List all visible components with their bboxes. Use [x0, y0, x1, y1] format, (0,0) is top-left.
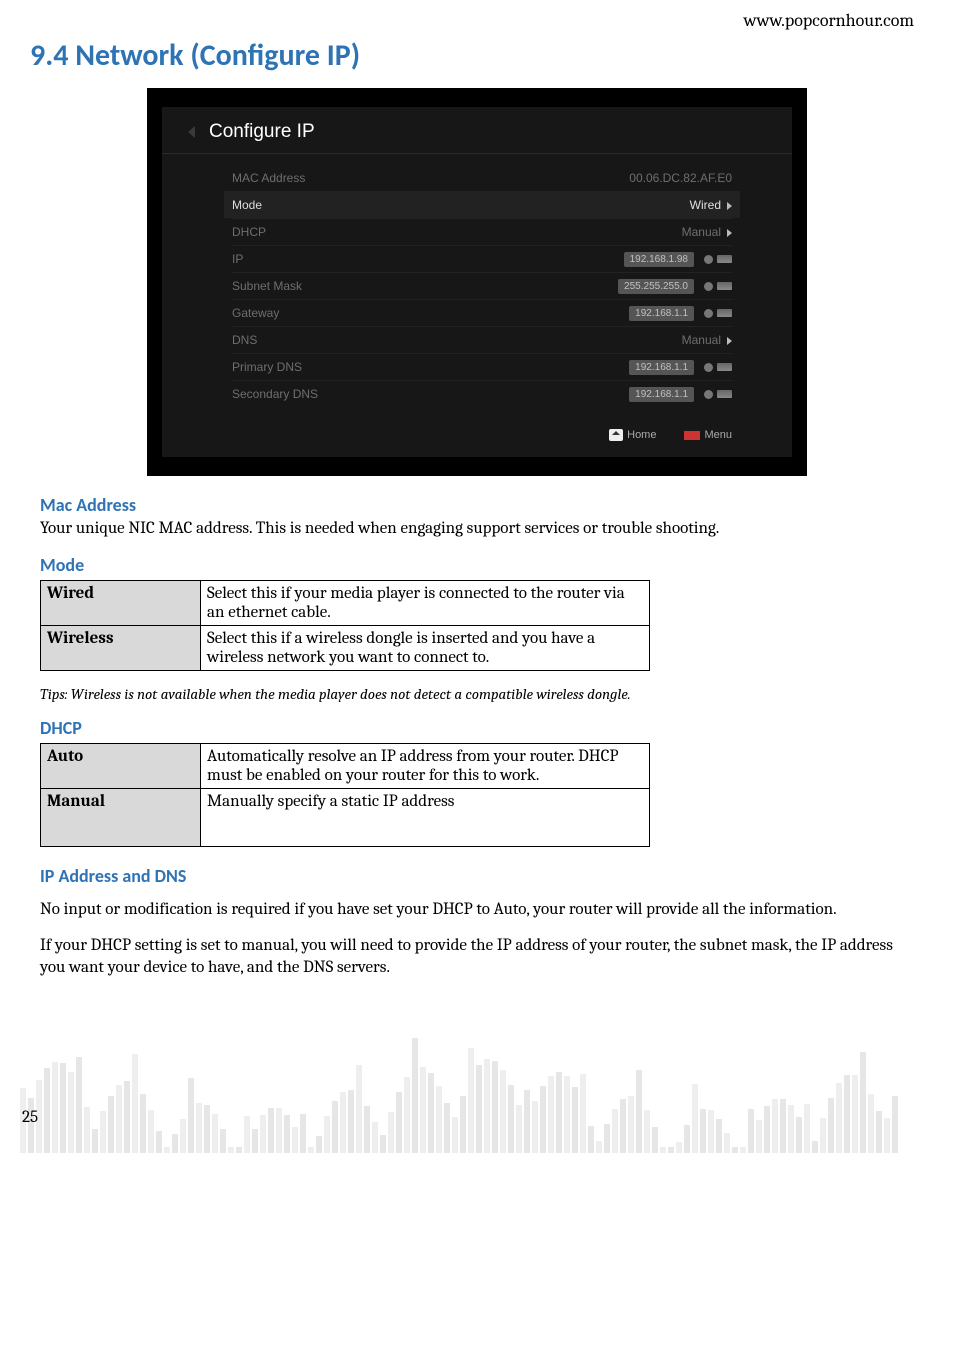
dhcp-label: DHCP: [232, 225, 682, 239]
sdns-label: Secondary DNS: [232, 387, 629, 401]
mode-value: Wired: [690, 198, 732, 212]
mode-wired-key: Wired: [41, 581, 201, 626]
ipdns-heading: IP Address and DNS: [0, 857, 954, 889]
section-title: 9.4 Network (Configure IP): [0, 31, 954, 78]
chevron-right-icon: [727, 202, 732, 210]
mac-text: Your unique NIC MAC address. This is nee…: [0, 518, 954, 554]
dhcp-value: Manual: [682, 225, 732, 239]
pdns-label: Primary DNS: [232, 360, 629, 374]
home-icon: [609, 429, 623, 441]
page-header-url: www.popcornhour.com: [0, 0, 954, 31]
keyboard-icon: [717, 255, 732, 263]
mode-wireless-key: Wireless: [41, 626, 201, 671]
tips-text: Tips: Wireless is not available when the…: [0, 681, 954, 717]
chevron-right-icon: [727, 229, 732, 237]
keyboard-icon: [717, 390, 732, 398]
keyboard-icon: [717, 309, 732, 317]
mac-label: MAC Address: [232, 171, 629, 185]
gateway-value: 192.168.1.1: [629, 306, 694, 321]
sdns-value: 192.168.1.1: [629, 387, 694, 402]
keyboard-icon: [717, 282, 732, 290]
clear-icon: [704, 309, 713, 318]
dhcp-manual-key: Manual: [41, 789, 201, 847]
subnet-label: Subnet Mask: [232, 279, 618, 293]
ipdns-p2: If your DHCP setting is set to manual, y…: [0, 935, 954, 993]
clear-icon: [704, 282, 713, 291]
mac-value: 00.06.DC.82.AF.E0: [629, 171, 732, 185]
mode-table: Wired Select this if your media player i…: [40, 580, 650, 671]
dns-value: Manual: [682, 333, 732, 347]
mac-heading: Mac Address: [0, 494, 954, 518]
footer-decoration: [0, 1023, 954, 1153]
menu-icon: [684, 431, 700, 440]
home-hint: Home: [609, 429, 656, 441]
dhcp-manual-val: Manually specify a static IP address: [201, 789, 650, 847]
dns-label: DNS: [232, 333, 682, 347]
clear-icon: [704, 255, 713, 264]
clear-icon: [704, 390, 713, 399]
chevron-right-icon: [727, 337, 732, 345]
ip-value: 192.168.1.98: [624, 252, 694, 267]
menu-hint: Menu: [684, 429, 732, 441]
dhcp-table: Auto Automatically resolve an IP address…: [40, 743, 650, 847]
ipdns-p1: No input or modification is required if …: [0, 889, 954, 935]
ip-label: IP: [232, 252, 624, 266]
keyboard-icon: [717, 363, 732, 371]
mode-wired-val: Select this if your media player is conn…: [201, 581, 650, 626]
clear-icon: [704, 363, 713, 372]
mode-wireless-val: Select this if a wireless dongle is inse…: [201, 626, 650, 671]
page-number: 25: [22, 1108, 38, 1127]
mode-heading: Mode: [0, 554, 954, 578]
screenshot-title: Configure IP: [209, 121, 315, 143]
subnet-value: 255.255.255.0: [618, 279, 694, 294]
dhcp-heading: DHCP: [0, 717, 954, 741]
back-icon: [188, 126, 195, 138]
pdns-value: 192.168.1.1: [629, 360, 694, 375]
dhcp-auto-val: Automatically resolve an IP address from…: [201, 744, 650, 789]
dhcp-auto-key: Auto: [41, 744, 201, 789]
mode-label: Mode: [232, 198, 690, 212]
config-screenshot: Configure IP MAC Address 00.06.DC.82.AF.…: [147, 88, 807, 476]
gateway-label: Gateway: [232, 306, 629, 320]
